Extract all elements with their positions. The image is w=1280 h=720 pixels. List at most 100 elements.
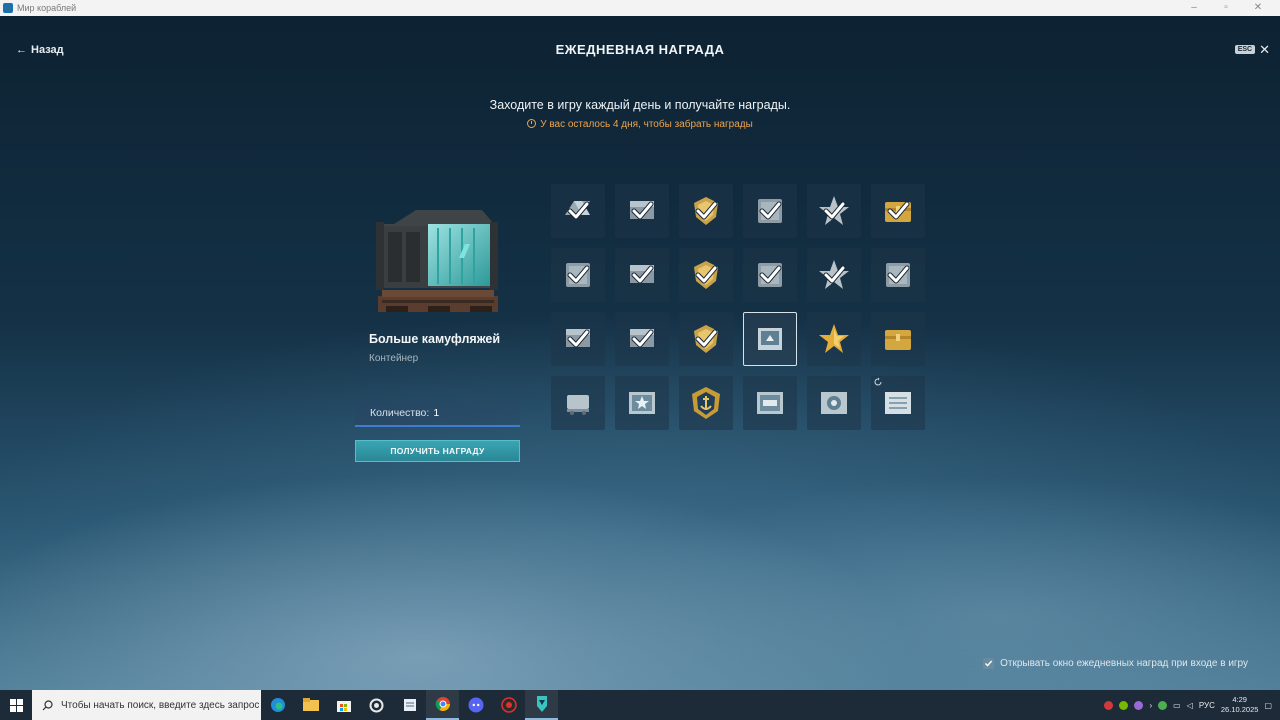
gold-emblem-icon xyxy=(694,325,718,353)
reward-cell[interactable] xyxy=(743,184,797,238)
reward-cell[interactable] xyxy=(679,184,733,238)
camo-icon xyxy=(886,263,910,287)
speaker-icon[interactable]: ◁ xyxy=(1187,701,1193,710)
esc-key-badge: ESC xyxy=(1234,45,1256,54)
taskbar-discord[interactable] xyxy=(459,690,492,720)
close-icon[interactable]: ✕ xyxy=(1259,43,1270,56)
chevron-right-icon[interactable]: › xyxy=(1149,701,1152,710)
ribbon-icon xyxy=(565,201,590,220)
claim-reward-button[interactable]: ПОЛУЧИТЬ НАГРАДУ xyxy=(355,440,520,462)
discord-icon xyxy=(468,697,483,713)
language-indicator[interactable]: РУС xyxy=(1199,701,1215,710)
taskbar-game[interactable] xyxy=(525,690,558,720)
nvidia-icon[interactable] xyxy=(1119,700,1129,710)
gold-emblem-icon xyxy=(694,261,718,289)
clock-icon xyxy=(527,119,537,128)
app-icon xyxy=(3,3,13,13)
reward-cell[interactable] xyxy=(551,184,605,238)
minimize-icon[interactable]: – xyxy=(1178,0,1210,16)
camo-icon xyxy=(758,263,782,287)
reward-cell[interactable] xyxy=(743,376,797,430)
window-title: Мир кораблей xyxy=(17,3,77,13)
reward-cell[interactable] xyxy=(871,184,925,238)
gold-star-icon xyxy=(819,324,849,353)
network-icon[interactable]: ▭ xyxy=(1173,701,1181,710)
gold-chest-icon xyxy=(885,201,911,222)
taskbar-recorder[interactable] xyxy=(492,690,525,720)
taskbar-edge[interactable] xyxy=(261,690,294,720)
deadline-notice: У вас осталось 4 дня, чтобы забрать нагр… xyxy=(0,119,1280,130)
reward-cell[interactable] xyxy=(679,248,733,302)
taskbar-chrome[interactable] xyxy=(426,690,459,720)
edge-icon xyxy=(270,698,285,712)
reward-cell[interactable] xyxy=(807,376,861,430)
reward-cell[interactable] xyxy=(743,312,797,366)
silver-star-icon xyxy=(819,260,849,289)
deadline-text: У вас осталось 4 дня, чтобы забрать нагр… xyxy=(540,119,753,130)
close-button[interactable]: ESC ✕ xyxy=(1234,43,1270,56)
auto-open-toggle[interactable]: Открывать окно ежедневных наград при вхо… xyxy=(983,658,1248,669)
taskbar: Чтобы начать поиск, введите здесь запрос… xyxy=(0,690,1280,720)
container-image xyxy=(376,210,498,312)
reward-cell[interactable] xyxy=(743,248,797,302)
recorder-icon xyxy=(500,697,517,713)
special-card-icon xyxy=(821,392,847,414)
tray-green-icon[interactable] xyxy=(1158,700,1168,710)
reward-cell[interactable] xyxy=(551,376,605,430)
notepad-icon xyxy=(403,699,416,711)
window-titlebar: Мир кораблей – ▫ ✕ xyxy=(0,0,1280,16)
intro-subtitle: Заходите в игру каждый день и получайте … xyxy=(489,98,791,112)
close-window-icon[interactable]: ✕ xyxy=(1242,0,1274,16)
reward-cell[interactable] xyxy=(615,248,669,302)
container-card-icon xyxy=(758,328,782,350)
silver-star-icon xyxy=(819,196,849,225)
gold-emblem-icon xyxy=(694,197,718,225)
quantity-label: Количество: xyxy=(370,407,430,419)
search-placeholder: Чтобы начать поиск, введите здесь запрос xyxy=(61,699,260,711)
taskbar-store[interactable] xyxy=(327,690,360,720)
tray-pen-icon[interactable] xyxy=(1134,700,1144,710)
maximize-icon[interactable]: ▫ xyxy=(1210,0,1242,16)
windows-icon xyxy=(9,698,23,712)
taskbar-notepad[interactable] xyxy=(393,690,426,720)
reward-type: Контейнер xyxy=(369,353,419,364)
chrome-icon xyxy=(435,697,450,711)
camo-icon xyxy=(758,199,782,223)
reward-cell[interactable] xyxy=(807,184,861,238)
reward-cell[interactable] xyxy=(615,184,669,238)
reward-cell[interactable] xyxy=(551,248,605,302)
supply-container-icon xyxy=(567,395,589,415)
reward-cell[interactable] xyxy=(871,312,925,366)
star-card-icon xyxy=(629,392,655,414)
quantity-bar: Количество: 1 xyxy=(355,401,520,427)
camo-icon xyxy=(566,263,590,287)
reward-cell[interactable] xyxy=(807,312,861,366)
taskbar-app-ring[interactable] xyxy=(360,690,393,720)
game-launcher-icon xyxy=(536,696,547,712)
flag-icon xyxy=(630,201,654,220)
clock-date: 26.10.2025 xyxy=(1220,705,1259,714)
checkbox-icon[interactable] xyxy=(983,658,995,669)
reward-cell[interactable] xyxy=(807,248,861,302)
page-title: ЕЖЕДНЕВНАЯ НАГРАДА xyxy=(555,42,725,57)
gold-chest-icon xyxy=(885,330,911,350)
reward-cell[interactable] xyxy=(615,312,669,366)
refresh-icon xyxy=(874,377,882,386)
reward-cell[interactable] xyxy=(615,376,669,430)
start-button[interactable] xyxy=(0,690,32,720)
reward-cell[interactable] xyxy=(679,376,733,430)
taskbar-explorer[interactable] xyxy=(294,690,327,720)
reward-cell[interactable] xyxy=(679,312,733,366)
notifications-icon[interactable]: ▢ xyxy=(1264,701,1272,710)
reward-grid xyxy=(551,184,927,432)
reward-cell[interactable] xyxy=(551,312,605,366)
reward-cell[interactable] xyxy=(871,248,925,302)
tray-app-icon[interactable] xyxy=(1104,700,1114,710)
clock-time: 4:29 xyxy=(1232,695,1247,704)
flag-icon xyxy=(630,329,654,348)
flag-icon xyxy=(630,265,654,284)
taskbar-clock[interactable]: 4:29 26.10.2025 xyxy=(1221,695,1259,715)
ship-card-icon xyxy=(757,392,783,414)
quantity-value: 1 xyxy=(433,407,440,419)
taskbar-search[interactable]: Чтобы начать поиск, введите здесь запрос xyxy=(32,690,261,720)
